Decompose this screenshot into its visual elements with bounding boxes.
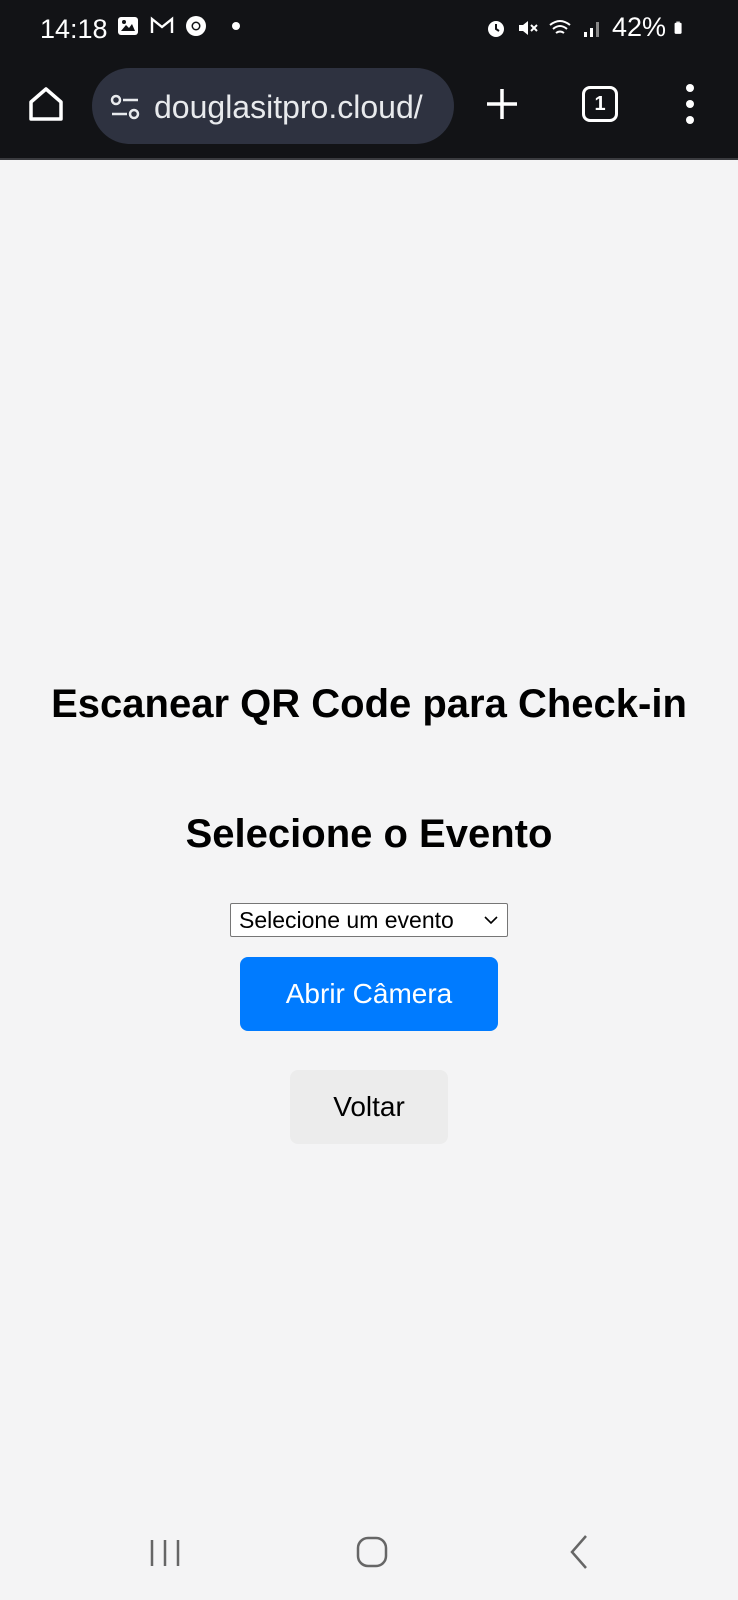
browser-chrome: 14:18 42% douglasitpro.cloud/ 1 — [0, 0, 738, 160]
status-bar: 14:18 42% — [0, 0, 738, 58]
chevron-down-icon — [484, 916, 498, 925]
event-select-value: Selecione um evento — [239, 907, 454, 933]
recents-icon[interactable] — [148, 1538, 182, 1568]
gmail-icon — [150, 16, 174, 33]
section-title: Selecione o Evento — [185, 812, 553, 856]
page-title: Escanear QR Code para Check-in — [51, 682, 687, 726]
system-icons: 42% — [484, 12, 688, 43]
battery-icon — [674, 21, 682, 34]
wifi-icon — [549, 19, 571, 34]
alarm-icon — [487, 20, 504, 37]
battery-percentage: 42% — [611, 12, 666, 42]
browser-toolbar: douglasitpro.cloud/ 1 — [0, 64, 738, 146]
gallery-icon — [118, 17, 138, 35]
system-navigation-bar — [0, 1490, 738, 1600]
page-content: Escanear QR Code para Check-in Selecione… — [0, 160, 738, 1490]
plus-icon[interactable] — [482, 84, 522, 124]
signal-icon — [583, 21, 599, 37]
status-time: 14:18 — [40, 14, 108, 44]
address-bar[interactable]: douglasitpro.cloud/ — [92, 68, 454, 144]
back-button[interactable]: Voltar — [290, 1070, 448, 1144]
home-icon[interactable] — [26, 84, 66, 124]
notification-icons — [116, 14, 240, 38]
site-settings-icon[interactable] — [110, 94, 140, 120]
tab-switcher-button[interactable]: 1 — [582, 86, 618, 122]
chrome-icon — [186, 16, 206, 36]
mute-icon — [518, 20, 538, 35]
url-text[interactable]: douglasitpro.cloud/ — [154, 89, 444, 126]
nav-home-icon[interactable] — [356, 1536, 388, 1568]
nav-back-icon[interactable] — [568, 1534, 590, 1570]
more-vertical-icon[interactable] — [680, 82, 700, 126]
more-notifications-dot — [232, 22, 240, 30]
event-select[interactable]: Selecione um evento — [230, 903, 508, 937]
open-camera-button[interactable]: Abrir Câmera — [240, 957, 498, 1031]
